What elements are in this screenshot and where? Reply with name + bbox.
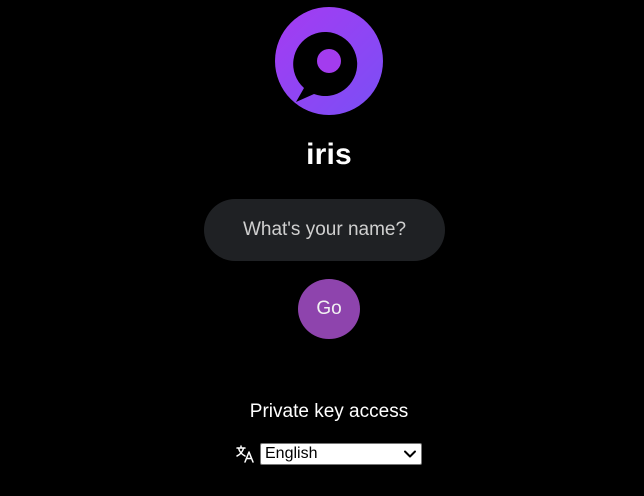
chevron-down-icon xyxy=(404,450,416,458)
login-page: iris Go Private key access English xyxy=(0,0,644,496)
language-selector-row: English xyxy=(235,443,422,465)
go-button[interactable]: Go xyxy=(298,279,360,339)
iris-logo-icon xyxy=(274,6,384,116)
translate-icon xyxy=(235,444,255,464)
private-key-access-link[interactable]: Private key access xyxy=(0,401,644,423)
language-select[interactable]: English xyxy=(260,443,422,465)
name-input[interactable] xyxy=(204,199,445,261)
app-title: iris xyxy=(306,138,352,171)
language-select-value: English xyxy=(265,445,318,462)
